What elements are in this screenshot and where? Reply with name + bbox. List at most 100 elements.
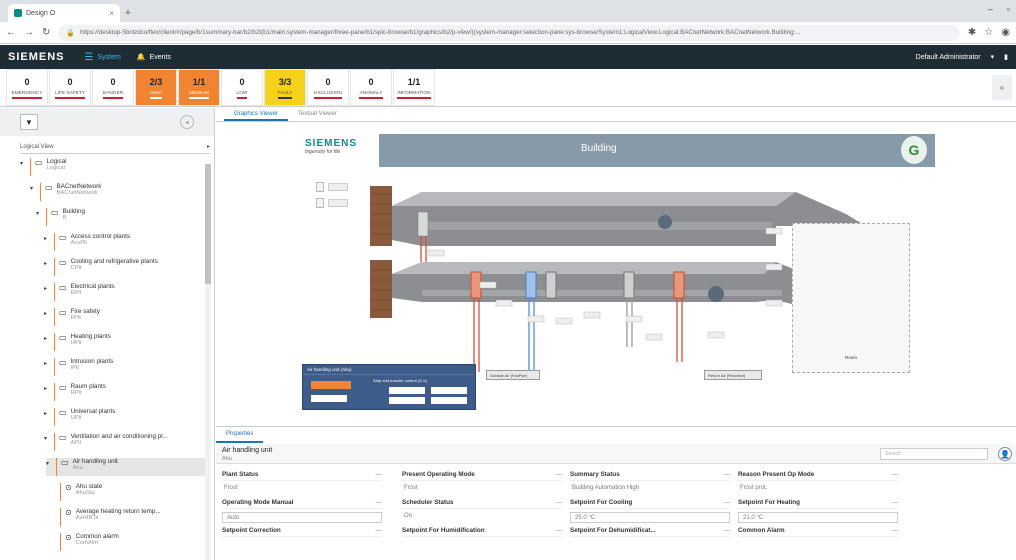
- expand-icon[interactable]: ▾: [36, 210, 42, 217]
- tree-node[interactable]: ⊙ Common alarm ComAlm: [50, 533, 119, 551]
- summary-medium[interactable]: 1/1 MEDIUM: [178, 69, 220, 106]
- expand-icon[interactable]: ▾: [30, 185, 36, 192]
- ahu-control-panel[interactable]: Air handling unit (Ahu) Setp and transfe…: [302, 364, 476, 410]
- properties-search-input[interactable]: Search: [880, 448, 988, 460]
- browser-tab[interactable]: Design O ×: [8, 4, 120, 22]
- property-field[interactable]: Setpoint Correction —: [222, 527, 382, 541]
- property-field[interactable]: Setpoint For Cooling — 25.0 °C: [570, 499, 730, 523]
- tree-node[interactable]: ▸ ▭ Intrusion plants IPlt: [44, 358, 113, 376]
- property-field[interactable]: Plant Status — Frost: [222, 471, 382, 491]
- new-tab-button[interactable]: +: [120, 4, 136, 22]
- summary-low[interactable]: 0 LOW: [221, 69, 263, 106]
- summary-exclusion[interactable]: 0 EXCLUSION: [307, 69, 349, 106]
- back-icon[interactable]: ←: [6, 27, 16, 38]
- forward-icon[interactable]: →: [24, 27, 34, 38]
- summary-life-safety[interactable]: 0 LIFE SAFETY: [49, 69, 91, 106]
- node-title: Access control plants: [70, 233, 131, 240]
- user-name: Default Administrator: [915, 53, 981, 61]
- tree-node[interactable]: ▸ ▭ Cooling and refrigerative plants CPlt: [44, 258, 158, 276]
- extensions-icon[interactable]: ✱: [968, 27, 976, 38]
- property-value[interactable]: Auto: [222, 512, 382, 523]
- bookmark-star-icon[interactable]: ☆: [984, 27, 993, 38]
- summary-anomaly[interactable]: 0 ANOMALY: [350, 69, 392, 106]
- tree-scrollbar[interactable]: [205, 164, 211, 560]
- tab-properties[interactable]: Properties: [216, 427, 264, 443]
- panel-orange-field[interactable]: [311, 381, 351, 389]
- collapse-summary-icon[interactable]: «: [992, 75, 1012, 100]
- filter-icon[interactable]: ▼: [20, 114, 38, 130]
- summary-fault[interactable]: 3/3 FAULT: [264, 69, 306, 106]
- property-field[interactable]: Present Operating Mode — Frost: [402, 471, 562, 491]
- expand-icon[interactable]: ▸: [44, 285, 50, 292]
- node-subtitle: B: [62, 215, 67, 221]
- expand-icon[interactable]: ▸: [44, 235, 50, 242]
- user-menu[interactable]: Default Administrator ▾ ▮: [915, 53, 1008, 62]
- tree-node[interactable]: ▾ ▭ Building B: [36, 208, 85, 226]
- events-button[interactable]: 🔔 Events: [137, 53, 171, 62]
- folder-icon: ▭: [59, 258, 67, 267]
- tree-node[interactable]: ▸ ▭ Heating plants HPlt: [44, 333, 111, 351]
- property-field[interactable]: Setpoint For Dehumidificat... —: [570, 527, 730, 541]
- expand-icon[interactable]: ▸: [44, 260, 50, 267]
- panel-field[interactable]: [311, 395, 347, 402]
- node-color-bar: [54, 333, 55, 351]
- tree-node[interactable]: ▾ ▭ Ventilation and air conditioning pl...…: [44, 433, 168, 451]
- panel-field[interactable]: [389, 397, 425, 404]
- system-browser-pane: ▼ ◂ Logical View ▸ ▾ ▭ Logical Logical ▾ ▭ BAC…: [0, 108, 215, 560]
- tree-node[interactable]: ⊙ Average heating return temp... AvrHRTe: [50, 508, 161, 526]
- panel-field[interactable]: [389, 387, 425, 394]
- tree-node[interactable]: ▸ ▭ Fire safety FPlt: [44, 308, 100, 326]
- expand-icon[interactable]: ▾: [46, 460, 52, 467]
- tree-scrollbar-thumb[interactable]: [205, 164, 211, 284]
- property-field[interactable]: Setpoint For Heating — 21.0 °C: [738, 499, 898, 523]
- maximize-icon[interactable]: ▫: [1007, 4, 1010, 14]
- app-menu-icon[interactable]: ▮: [1004, 53, 1008, 61]
- tree-node[interactable]: ▾ ▭ BACnetNetwork BACnetNetwork: [30, 183, 101, 201]
- summary-danger[interactable]: 0 DANGER: [92, 69, 134, 106]
- summary-information[interactable]: 1/1 INFORMATION: [393, 69, 435, 106]
- profile-icon[interactable]: ◉: [1001, 27, 1010, 38]
- folder-icon: ▭: [51, 208, 59, 217]
- minimize-icon[interactable]: –: [988, 4, 993, 14]
- property-field[interactable]: Setpoint For Humidification —: [402, 527, 562, 541]
- expand-icon[interactable]: ▸: [44, 310, 50, 317]
- tab-textual-viewer[interactable]: Textual Viewer: [288, 108, 347, 121]
- expand-icon[interactable]: ▾: [20, 160, 26, 167]
- tree-node[interactable]: ▸ ▭ Raum plants RPlt: [44, 383, 106, 401]
- expand-icon[interactable]: ▸: [44, 410, 50, 417]
- tree-node[interactable]: ▸ ▭ Access control plants AcsPlt: [44, 233, 130, 251]
- dash-icon: —: [891, 471, 898, 478]
- tree-node[interactable]: ⊙ Ahu state AhuSta: [50, 483, 102, 501]
- reload-icon[interactable]: ↻: [42, 27, 50, 38]
- property-field[interactable]: Operating Mode Manual — Auto: [222, 499, 382, 523]
- tree-node-selected[interactable]: ▾ ▭ Air handling unit Ahu: [46, 458, 210, 476]
- expand-icon[interactable]: ▸: [44, 335, 50, 342]
- expand-icon[interactable]: ▸: [44, 360, 50, 367]
- close-tab-icon[interactable]: ×: [109, 9, 114, 18]
- property-field[interactable]: Scheduler Status — On: [402, 499, 562, 519]
- property-field[interactable]: Common Alarm —: [738, 527, 898, 541]
- property-value[interactable]: 21.0 °C: [738, 512, 898, 523]
- tree-node[interactable]: ▸ ▭ Electrical plants EPlt: [44, 283, 115, 301]
- property-value[interactable]: 25.0 °C: [570, 512, 730, 523]
- outside-air-chip[interactable]: Outside Air (FanPwr): [486, 370, 540, 380]
- address-bar[interactable]: 🔒 https://desktop-5bnlzdco/flex/client/#…: [58, 24, 960, 41]
- tab-graphics-viewer[interactable]: Graphics Viewer: [224, 108, 288, 121]
- summary-emergency[interactable]: 0 EMERGENCY: [6, 69, 48, 106]
- panel-field[interactable]: [431, 387, 467, 394]
- user-icon[interactable]: 👤: [998, 447, 1012, 461]
- panel-field[interactable]: [431, 397, 467, 404]
- expand-icon[interactable]: ▾: [44, 435, 50, 442]
- return-air-chip[interactable]: Return Air (Reactive): [704, 370, 762, 380]
- expand-icon[interactable]: ▸: [44, 385, 50, 392]
- property-field[interactable]: Summary Status — Building Automation High: [570, 471, 730, 491]
- node-subtitle: BACnetNetwork: [56, 190, 98, 196]
- system-menu-button[interactable]: ☰ System: [85, 52, 121, 63]
- scroll-up-icon[interactable]: ◂: [180, 115, 194, 129]
- tree-node[interactable]: ▸ ▭ Universal plants UPlt: [44, 408, 115, 426]
- summary-high[interactable]: 2/3 HIGH: [135, 69, 177, 106]
- property-field[interactable]: Reason Present Op Mode — Frost prot.: [738, 471, 898, 491]
- view-selector[interactable]: Logical View ▸: [20, 140, 210, 154]
- tree-node[interactable]: ▾ ▭ Logical Logical: [20, 158, 67, 176]
- folder-icon: ⊙: [65, 533, 72, 542]
